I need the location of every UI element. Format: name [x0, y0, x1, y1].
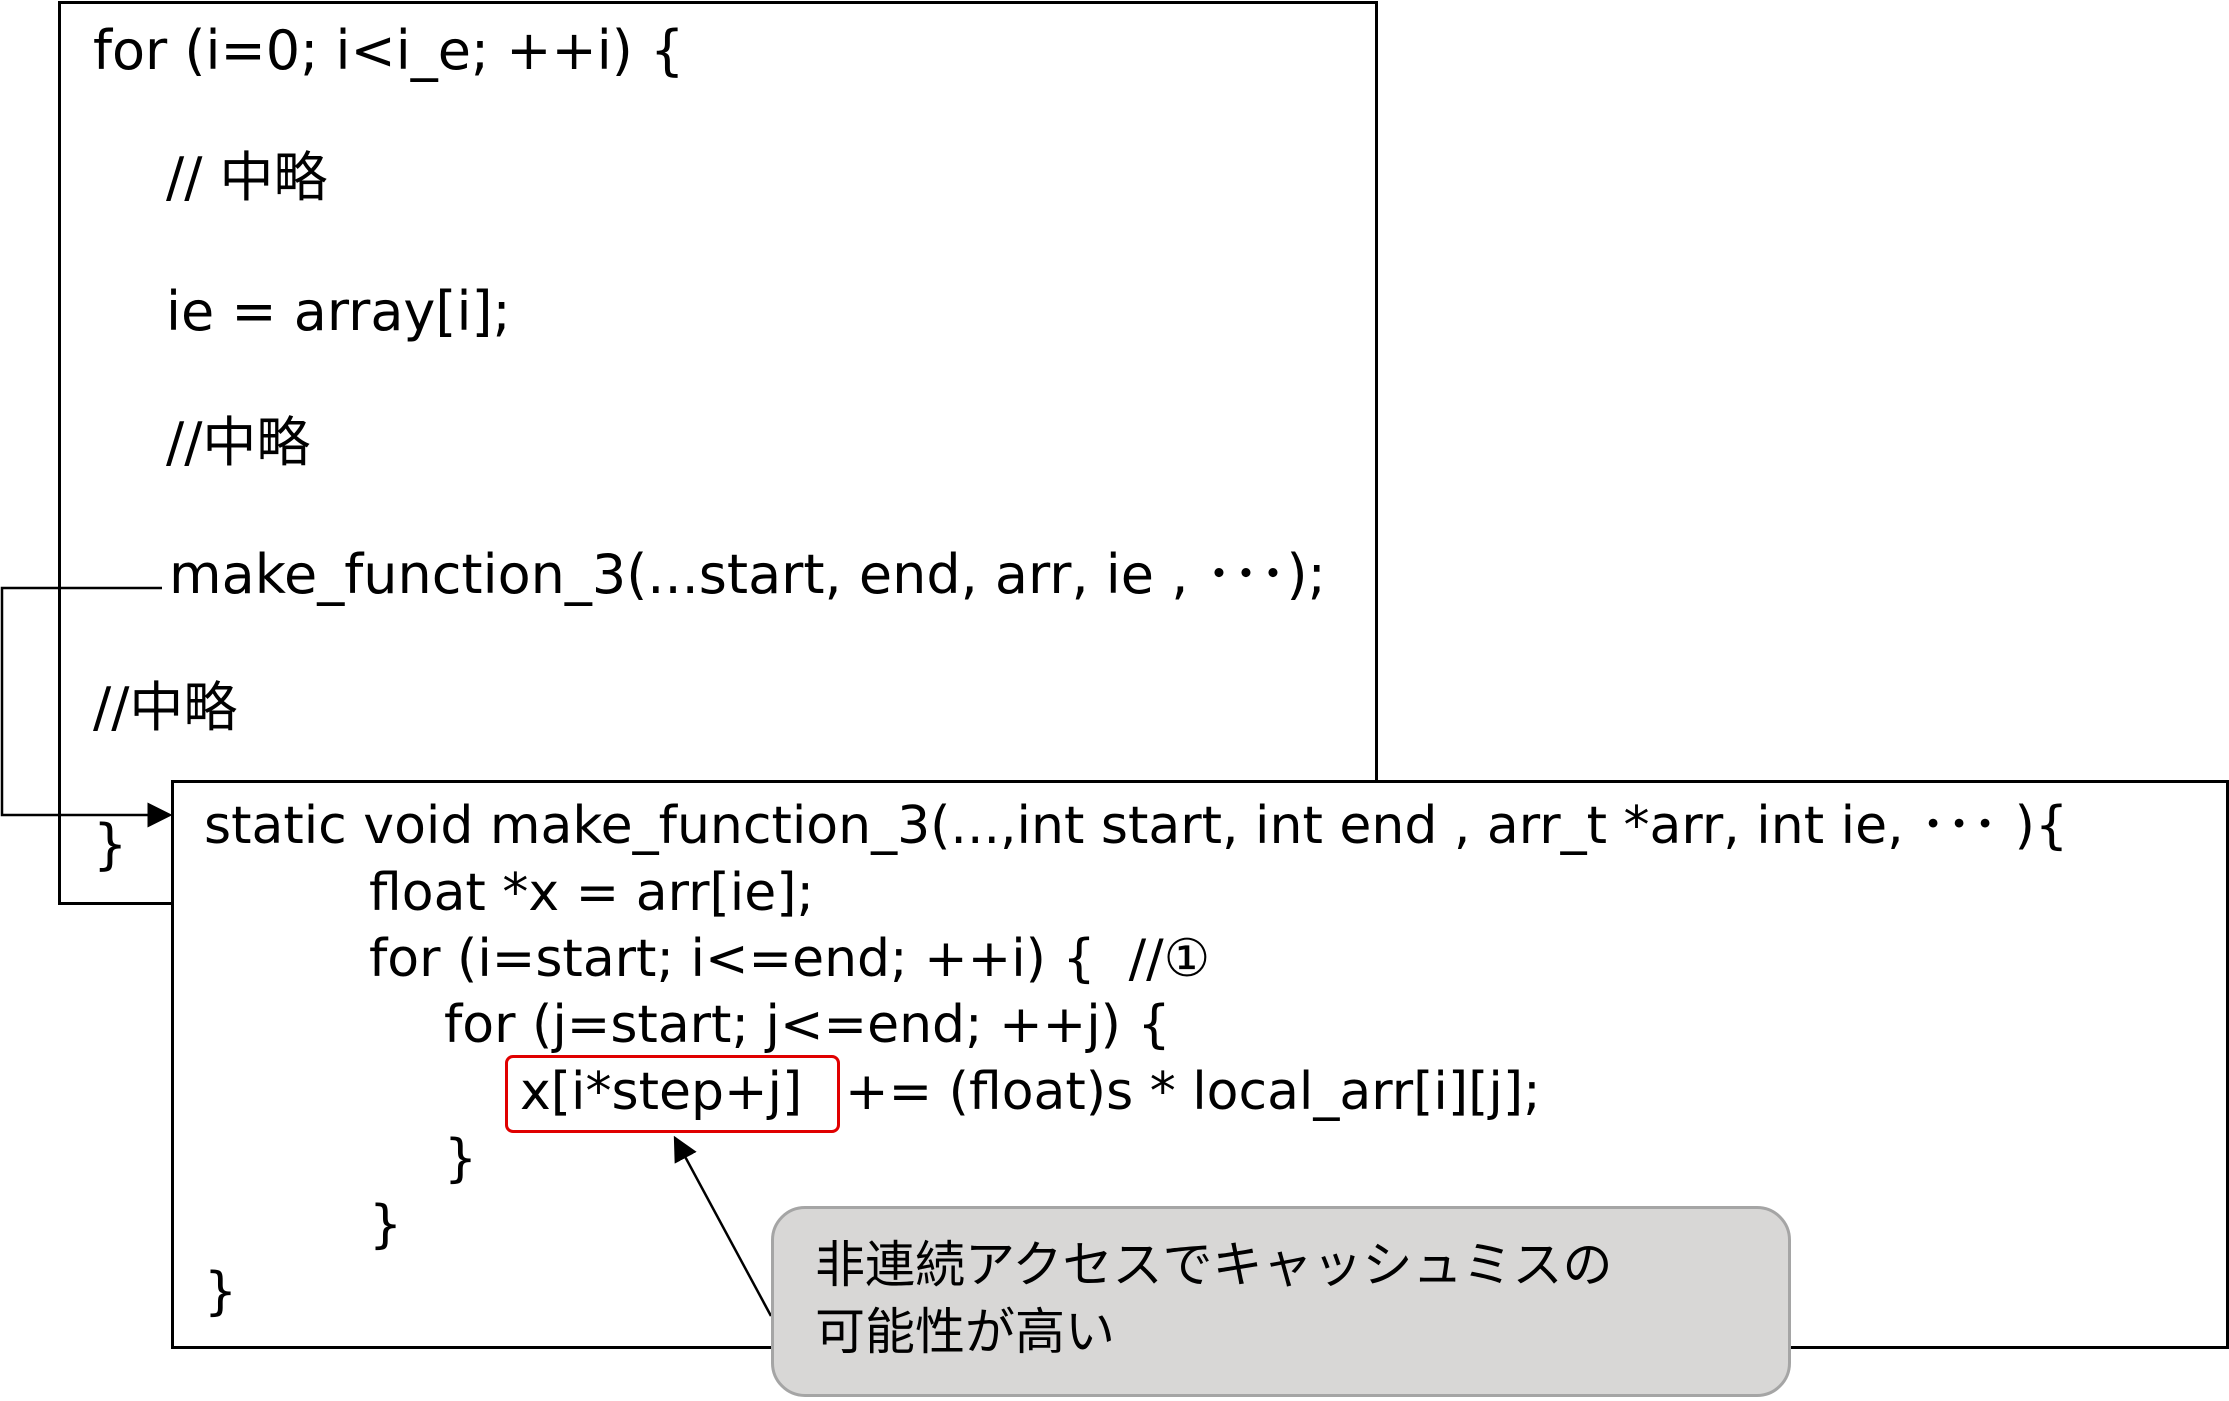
call-to-definition-arrow	[0, 586, 173, 828]
connector-lines	[0, 586, 773, 1317]
callout-text-line-2: 可能性が高い	[815, 1303, 1115, 1361]
callout-text-line-1: 非連続アクセスでキャッシュミスの	[815, 1236, 1613, 1294]
callout-pointer-arrow	[673, 1135, 773, 1317]
